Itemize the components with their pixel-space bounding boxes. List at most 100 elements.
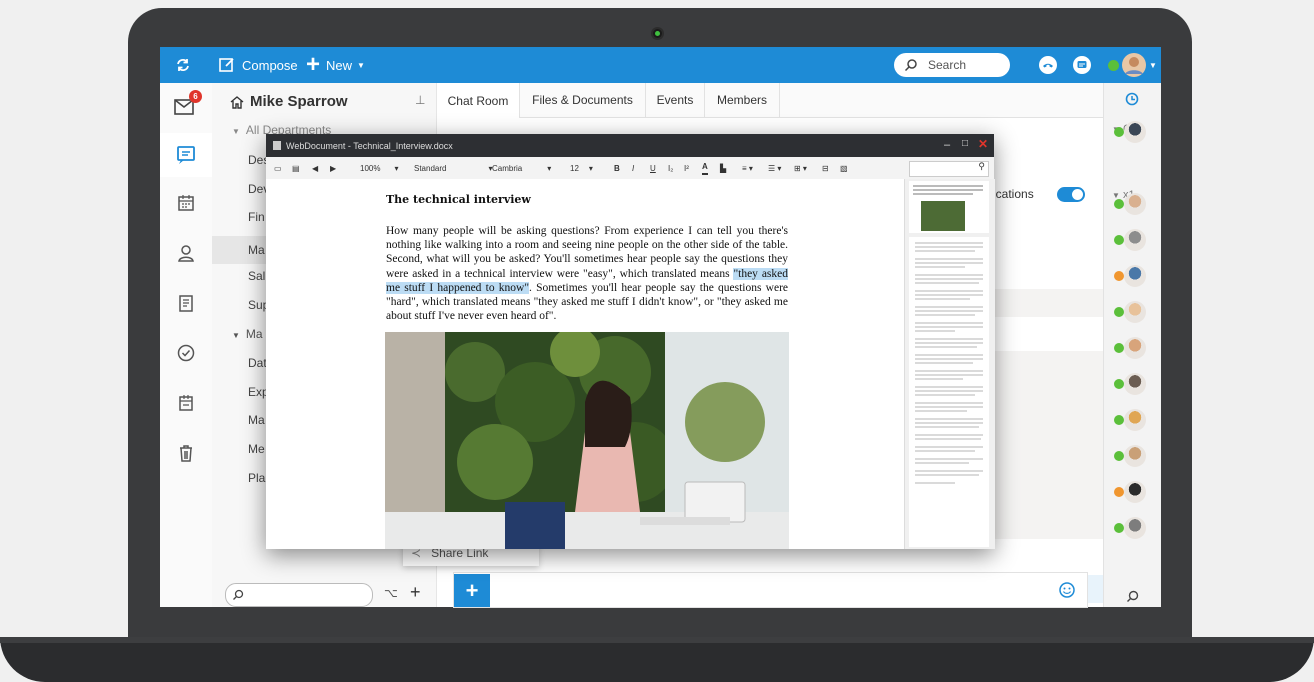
- font-color-icon[interactable]: A: [702, 159, 708, 175]
- redo-icon[interactable]: ▶: [330, 157, 336, 179]
- add-icon[interactable]: +: [410, 582, 421, 603]
- indent-icon[interactable]: ⊞ ▾: [794, 157, 807, 179]
- print-icon[interactable]: ▤: [292, 157, 300, 179]
- table-icon[interactable]: ⊟: [822, 157, 829, 179]
- font-select[interactable]: Cambria ▾: [492, 157, 551, 179]
- message-input[interactable]: [453, 572, 1088, 608]
- highlight-icon[interactable]: ▙: [720, 157, 726, 179]
- font-size-value: 12: [570, 163, 579, 173]
- new-label: New: [326, 57, 353, 73]
- thumbnail-page-1[interactable]: [909, 181, 989, 233]
- search-icon[interactable]: [1126, 590, 1139, 607]
- user-menu[interactable]: ▼: [1108, 47, 1157, 83]
- doc-search-input[interactable]: ⚲: [909, 161, 989, 177]
- contact-avatar[interactable]: [1124, 481, 1146, 503]
- document-icon: [273, 141, 281, 150]
- contact-avatar[interactable]: [1124, 373, 1146, 395]
- compose-icon: [219, 58, 234, 72]
- chat-bubble-icon: [177, 146, 195, 164]
- document-photo: [385, 332, 789, 549]
- image-icon[interactable]: ▧: [840, 157, 848, 179]
- notifications-toggle[interactable]: [1057, 187, 1085, 202]
- checkmark-icon: [177, 344, 195, 362]
- caret-down-icon: ▼: [232, 331, 240, 340]
- tree-group-second[interactable]: ▼ Ma: [232, 327, 263, 341]
- chevron-down-icon: ▾: [547, 163, 552, 173]
- panel-search-input[interactable]: [225, 583, 373, 607]
- bold-icon[interactable]: B: [614, 157, 620, 179]
- attach-button[interactable]: +: [454, 574, 490, 607]
- nav-planner[interactable]: [160, 381, 212, 425]
- presence-dot: [1114, 271, 1124, 281]
- undo-icon[interactable]: ◀: [312, 157, 318, 179]
- presence-dot: [1114, 235, 1124, 245]
- nav-contacts[interactable]: [160, 231, 212, 275]
- save-icon[interactable]: ▭: [274, 157, 282, 179]
- contact-avatar[interactable]: [1124, 517, 1146, 539]
- org-tree-icon[interactable]: ⌥: [384, 586, 398, 600]
- presence-dot: [1114, 127, 1124, 137]
- chevron-down-icon: ▾: [394, 163, 399, 173]
- dept-item[interactable]: Pla: [248, 471, 265, 485]
- emoji-icon[interactable]: [1059, 582, 1075, 603]
- search-icon: [904, 59, 917, 72]
- maximize-icon[interactable]: □: [962, 138, 968, 149]
- dept-item[interactable]: Dat: [248, 356, 267, 370]
- nav-calendar[interactable]: [160, 181, 212, 225]
- dept-item[interactable]: Sal: [248, 269, 265, 283]
- presence-dot: [1114, 343, 1124, 353]
- contact-avatar[interactable]: [1124, 445, 1146, 467]
- contact-avatar[interactable]: [1124, 337, 1146, 359]
- chat-icon[interactable]: [1072, 47, 1092, 83]
- pin-icon[interactable]: ⊥: [415, 93, 425, 107]
- panel-header: Mike Sparrow: [230, 93, 348, 110]
- presence-dot: [1114, 487, 1124, 497]
- left-nav: 6: [160, 83, 213, 607]
- dept-item[interactable]: Fin: [248, 210, 265, 224]
- compose-button[interactable]: Compose: [218, 47, 298, 83]
- history-icon[interactable]: [1125, 92, 1139, 111]
- contact-avatar[interactable]: [1124, 121, 1146, 143]
- subscript-icon[interactable]: I₂: [668, 157, 673, 179]
- list-icon[interactable]: ☰ ▾: [768, 157, 781, 179]
- tab-bar: Chat Room Files & Documents Events Membe…: [437, 83, 1103, 118]
- italic-icon[interactable]: I: [632, 157, 634, 179]
- font-size-select[interactable]: 12 ▾: [570, 157, 593, 179]
- nav-notes[interactable]: [160, 281, 212, 325]
- minimize-icon[interactable]: –: [944, 139, 950, 151]
- style-select[interactable]: Standard ▾: [414, 157, 492, 179]
- presence-dot: [1114, 307, 1124, 317]
- tab-files-documents[interactable]: Files & Documents: [520, 83, 646, 117]
- underline-icon[interactable]: U: [650, 157, 656, 179]
- search-icon: [233, 589, 244, 600]
- refresh-icon[interactable]: [174, 47, 192, 83]
- document-title: WebDocument - Technical_Interview.docx: [286, 140, 453, 151]
- thumbnail-page-2[interactable]: [909, 237, 989, 547]
- zoom-select[interactable]: 100% ▾: [360, 157, 398, 179]
- presence-dot: [1114, 379, 1124, 389]
- hangup-icon[interactable]: [1038, 47, 1058, 83]
- nav-trash[interactable]: [160, 431, 212, 475]
- calendar-icon: [178, 195, 194, 211]
- tab-events[interactable]: Events: [646, 83, 705, 117]
- nav-tasks[interactable]: [160, 331, 212, 375]
- contact-avatar[interactable]: [1124, 265, 1146, 287]
- search-input[interactable]: Search: [894, 53, 1010, 77]
- align-icon[interactable]: ≡ ▾: [742, 157, 753, 179]
- dept-item[interactable]: Me: [248, 442, 265, 456]
- contact-avatar[interactable]: [1124, 301, 1146, 323]
- contact-avatar[interactable]: [1124, 229, 1146, 251]
- contact-avatar[interactable]: [1124, 409, 1146, 431]
- dept-item[interactable]: Ma: [248, 413, 265, 427]
- tab-members[interactable]: Members: [705, 83, 780, 117]
- document-titlebar: WebDocument - Technical_Interview.docx –…: [266, 134, 994, 157]
- document-page[interactable]: The technical interview How many people …: [266, 179, 904, 549]
- new-button[interactable]: + New ▼: [306, 47, 365, 83]
- nav-mail[interactable]: 6: [160, 83, 212, 127]
- close-icon[interactable]: ✕: [978, 137, 988, 151]
- superscript-icon[interactable]: I²: [684, 157, 689, 179]
- nav-chat[interactable]: [160, 133, 212, 177]
- tree-group-label: Ma: [245, 327, 263, 341]
- tab-chat-room[interactable]: Chat Room: [437, 83, 520, 118]
- contact-avatar[interactable]: [1124, 193, 1146, 215]
